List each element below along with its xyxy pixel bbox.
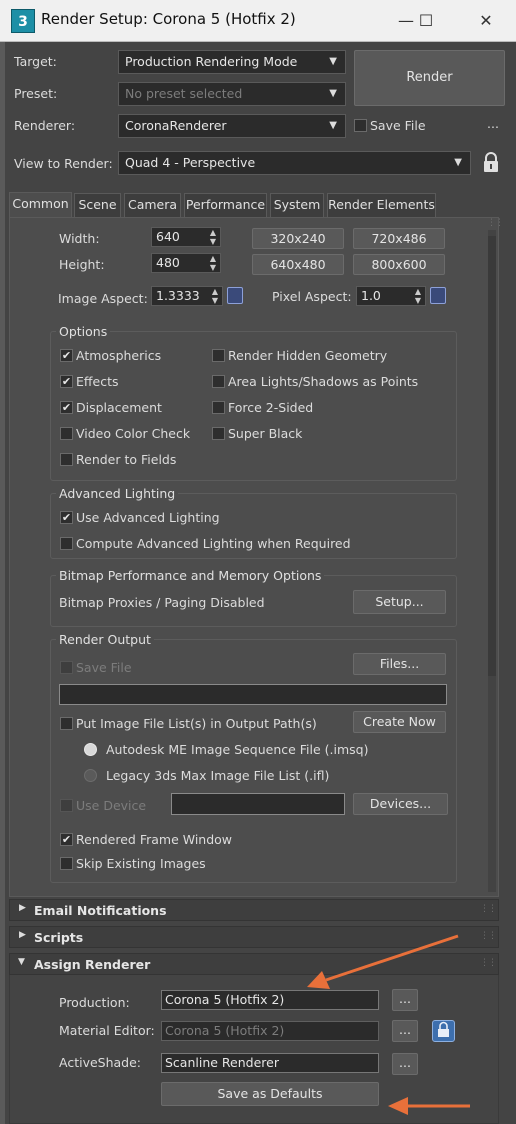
annotation-overlay (307, 934, 470, 1115)
annotation-arrow-production (307, 934, 459, 989)
annotation-arrow-save-defaults (388, 1097, 470, 1115)
